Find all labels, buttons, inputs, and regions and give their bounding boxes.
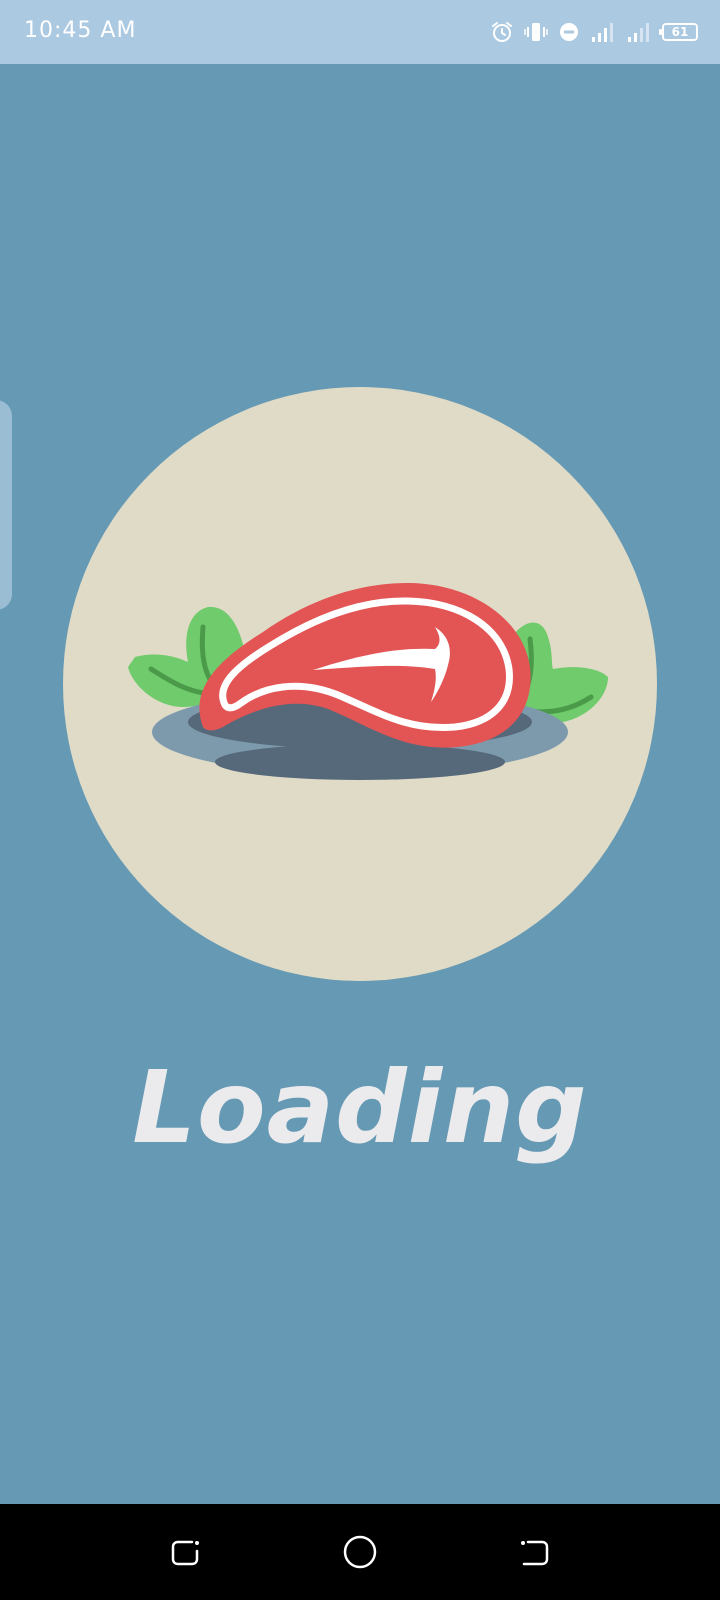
- battery-level: 61: [671, 25, 689, 39]
- back-icon[interactable]: [516, 1534, 552, 1570]
- loading-label: Loading: [132, 1049, 588, 1166]
- status-bar: 10:45 AM 61: [0, 0, 720, 64]
- signal-icon: [590, 21, 616, 43]
- plate-shadow: [215, 744, 505, 780]
- home-icon[interactable]: [342, 1534, 378, 1570]
- edge-panel-handle[interactable]: [0, 400, 12, 610]
- signal-icon: [626, 21, 652, 43]
- steak-illustration: [128, 583, 608, 780]
- battery-icon: 61: [659, 23, 698, 41]
- splash-screen: Loading: [0, 64, 720, 1504]
- vibrate-icon: [524, 20, 548, 44]
- status-time: 10:45 AM: [24, 18, 137, 43]
- recent-apps-icon[interactable]: [168, 1534, 204, 1570]
- status-icons: 61: [490, 18, 698, 46]
- do-not-disturb-icon: [558, 21, 580, 43]
- alarm-icon: [490, 20, 514, 44]
- navigation-bar: [0, 1504, 720, 1600]
